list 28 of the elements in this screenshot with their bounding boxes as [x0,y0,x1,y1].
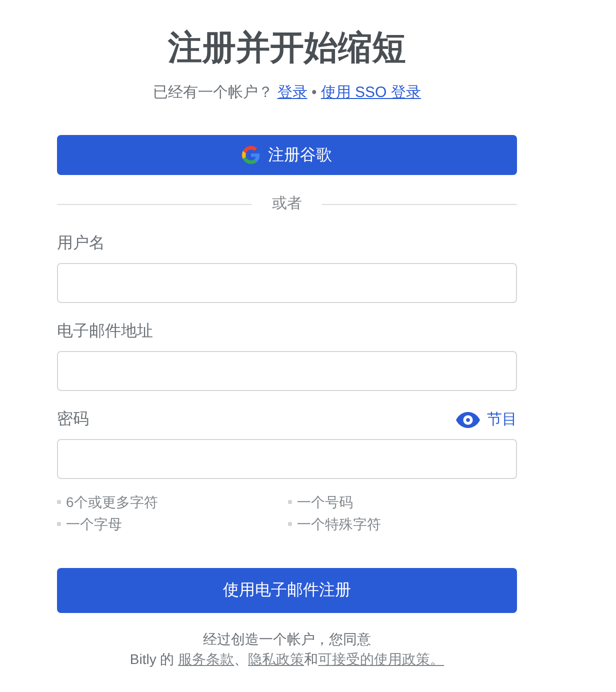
password-rule: 一个号码 [297,493,353,512]
field-label: 电子邮件地址 [57,322,153,342]
show-password-button[interactable]: 节目 [456,409,517,431]
input-field[interactable] [57,263,517,303]
login-prompt: 已经有一个帐户？ 登录 • 使用 SSO 登录 [153,83,421,103]
input-field[interactable] [57,439,517,479]
login-link[interactable]: 登录 [277,84,308,101]
bullet-icon [57,500,61,504]
page-title: 注册并开始缩短 [168,28,406,69]
g-logo-icon [242,146,260,164]
bullet-icon [288,522,292,526]
terms-link[interactable]: 可接受的使用政策。 [318,651,444,667]
password-rule: 一个特殊字符 [297,515,381,534]
bullet-icon [288,500,292,504]
password-rule: 一个字母 [66,515,122,534]
terms-link[interactable]: 服务条款 [178,651,234,667]
field-label: 密码 [57,410,89,430]
password-rule: 6个或更多字符 [66,493,158,512]
email-signup-button[interactable]: 使用电子邮件注册 [57,568,517,613]
terms-link[interactable]: 隐私政策 [248,651,304,667]
login-link[interactable]: 使用 SSO 登录 [320,84,421,101]
bullet-icon [57,522,61,526]
input-field[interactable] [57,351,517,391]
eye-icon [456,412,480,428]
divider-label: 或者 [272,194,302,214]
terms-text: 经过创造一个帐户，您同意 Bitly 的 服务条款、隐私政策和可接受的使用政策。 [130,630,444,669]
field-label: 用户名 [57,234,105,254]
google-signup-button[interactable]: 注册谷歌 [57,135,517,175]
